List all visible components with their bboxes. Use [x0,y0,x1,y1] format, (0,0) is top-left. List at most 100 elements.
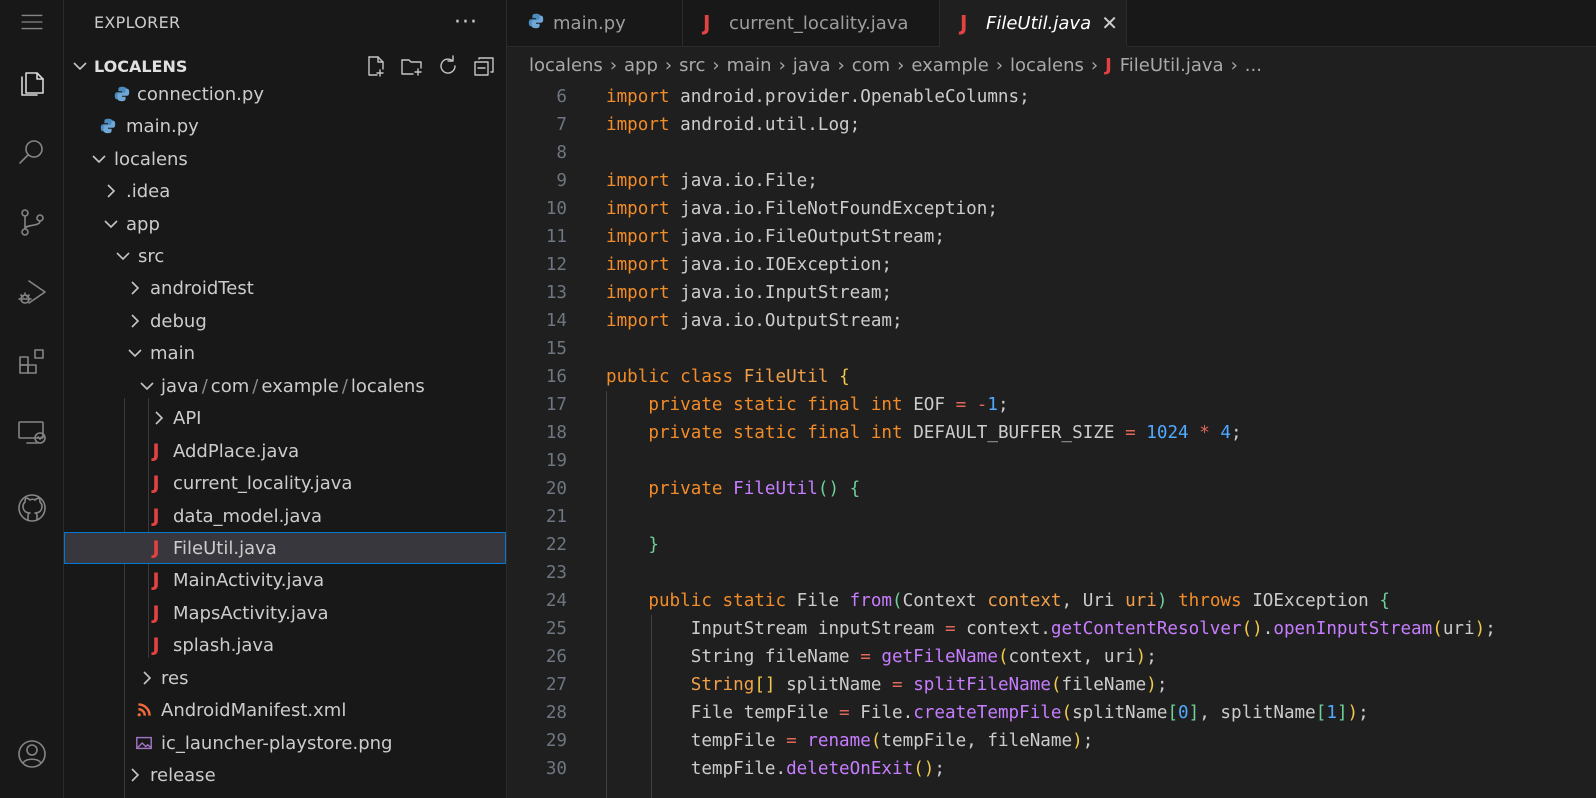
tree-item-api[interactable]: API [64,402,506,434]
code-line[interactable]: 9 import java.io.File; [507,167,1596,195]
code-line[interactable]: 11 import java.io.FileOutputStream; [507,223,1596,251]
code-line[interactable]: 22 } [507,531,1596,559]
breadcrumb-item[interactable]: example [911,55,988,76]
code-line[interactable]: 24 public static File from(Context conte… [507,587,1596,615]
chevron-down-icon [126,344,144,362]
tree-item-connection-py[interactable]: connection.py [64,78,506,110]
search-icon[interactable] [0,128,63,176]
tree-item-main-py[interactable]: main.py [64,110,506,142]
tree-item-label: current_locality.java [173,472,353,494]
close-icon[interactable]: ✕ [1101,11,1118,35]
java-icon: J [152,569,160,591]
chevron-right-icon [138,669,156,687]
tree-item-mapsactivity[interactable]: J MapsActivity.java [64,597,506,629]
tree-item-idea[interactable]: .idea [64,175,506,207]
code-text: import java.io.IOException; [606,255,893,275]
tab-label: main.py [553,12,626,34]
tab-fileutil[interactable]: J FileUtil.java ✕ [940,0,1127,47]
code-line[interactable]: 7 import android.util.Log; [507,111,1596,139]
code-line[interactable]: 27 String[] splitName = splitFileName(fi… [507,671,1596,699]
code-text: import java.io.FileOutputStream; [606,227,945,247]
extensions-icon[interactable] [0,338,63,386]
tree-item-app[interactable]: app [64,208,506,240]
chevron-right-icon [126,279,144,297]
code-line[interactable]: 15 [507,335,1596,363]
code-line[interactable]: 6 import android.provider.OpenableColumns… [507,83,1596,111]
breadcrumb-item[interactable]: app [624,55,658,76]
tree-item-current-locality[interactable]: J current_locality.java [64,467,506,499]
menu-icon[interactable] [0,0,63,44]
chevron-right-icon [126,766,144,784]
breadcrumb-item[interactable]: localens [529,55,603,76]
tab-current-locality[interactable]: J current_locality.java [683,0,940,46]
tree-item-res[interactable]: res [64,662,506,694]
line-number: 23 [545,563,567,583]
tree-item-java-package[interactable]: java / com / example / localens [64,370,506,402]
code-line[interactable]: 17 private static final int EOF = -1; [507,391,1596,419]
code-editor[interactable]: 6 import android.provider.OpenableColumns… [507,83,1596,798]
source-control-icon[interactable] [0,198,63,246]
code-line[interactable]: 28 File tempFile = File.createTempFile(s… [507,699,1596,727]
tree-item-data-model[interactable]: J data_model.java [64,500,506,532]
explorer-icon[interactable] [0,58,63,106]
line-number: 14 [545,311,567,331]
tree-item-src[interactable]: src [64,240,506,272]
code-line[interactable]: 25 InputStream inputStream = context.get… [507,615,1596,643]
code-line[interactable]: 19 [507,447,1596,475]
code-text: private static final int EOF = -1; [648,395,1009,415]
chevron-down-icon [70,56,90,76]
code-line[interactable]: 23 [507,559,1596,587]
breadcrumb-item[interactable]: java [793,55,831,76]
tree-item-release[interactable]: release [64,759,506,791]
code-line[interactable]: 10 import java.io.FileNotFoundException; [507,195,1596,223]
code-line[interactable]: 12 import java.io.IOException; [507,251,1596,279]
code-line[interactable]: 26 String fileName = getFileName(context… [507,643,1596,671]
tree-item-fileutil[interactable]: J FileUtil.java [64,532,506,564]
remote-explorer-icon[interactable] [0,408,63,456]
tree-item-label: .idea [126,180,171,202]
tree-item-mainactivity[interactable]: J MainActivity.java [64,564,506,596]
tree-item-localens[interactable]: localens [64,143,506,175]
code-line[interactable]: 13 import java.io.InputStream; [507,279,1596,307]
code-line[interactable]: 18 private static final int DEFAULT_BUFF… [507,419,1596,447]
github-icon[interactable] [0,484,63,532]
chevron-right-icon [150,409,168,427]
tree-item-main[interactable]: main [64,337,506,369]
code-text: import android.util.Log; [606,115,861,135]
tree-item-label: AddPlace.java [173,440,300,462]
tree-item-androidtest[interactable]: androidTest [64,272,506,304]
code-line[interactable]: 29 tempFile = rename(tempFile, fileName)… [507,727,1596,755]
line-number: 17 [545,395,567,415]
code-line[interactable]: 30 tempFile.deleteOnExit(); [507,755,1596,783]
tree-item-label: splash.java [173,634,275,656]
tree-item-debug[interactable]: debug [64,305,506,337]
java-icon: J [152,537,160,559]
project-name: LOCALENS [94,56,188,76]
line-number: 27 [545,675,567,695]
tree-item-splash[interactable]: J splash.java [64,629,506,661]
code-line[interactable]: 20 private FileUtil() { [507,475,1596,503]
line-number: 25 [545,619,567,639]
tree-item-label: API [173,407,202,429]
tab-main-py[interactable]: main.py [507,0,683,46]
code-line[interactable]: 14 import java.io.OutputStream; [507,307,1596,335]
tree-item-addplace[interactable]: J AddPlace.java [64,435,506,467]
tree-item-androidmanifest[interactable]: AndroidManifest.xml [64,694,506,726]
breadcrumb-item[interactable]: FileUtil.java [1120,55,1224,76]
code-line[interactable]: 16 public class FileUtil { [507,363,1596,391]
code-text: public static File from(Context context,… [648,591,1390,611]
breadcrumb-item[interactable]: src [679,55,705,76]
breadcrumb-item[interactable]: com [852,55,890,76]
code-line[interactable]: 21 [507,503,1596,531]
breadcrumb-item[interactable]: main [727,55,772,76]
more-actions-icon[interactable]: ··· [454,10,478,35]
code-line[interactable]: 8 [507,139,1596,167]
java-icon: J [1105,54,1112,76]
breadcrumb-item[interactable]: ... [1245,55,1262,76]
account-icon[interactable] [0,730,63,778]
code-text: tempFile = rename(tempFile, fileName); [606,731,1094,751]
run-debug-icon[interactable] [0,268,63,316]
tree-item-ic-launcher-png[interactable]: ic_launcher-playstore.png [64,727,506,759]
breadcrumb-item[interactable]: localens [1010,55,1084,76]
chevron-down-icon [138,377,156,395]
